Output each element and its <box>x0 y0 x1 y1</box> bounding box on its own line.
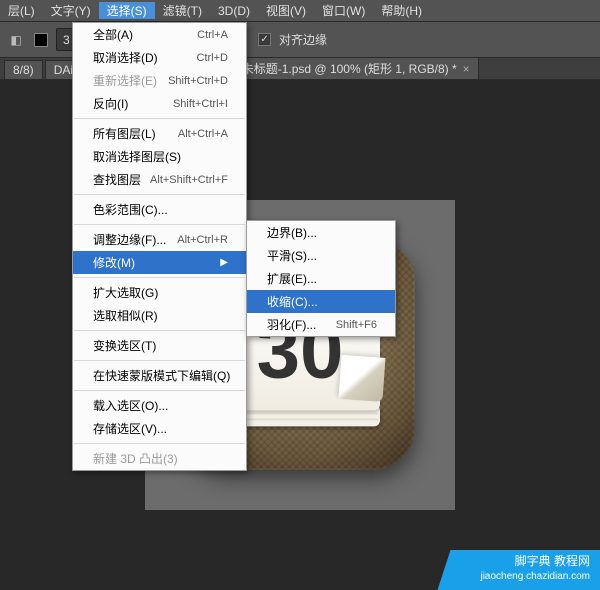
separator <box>74 118 245 119</box>
tool-preset-icon[interactable]: ◧ <box>6 31 26 49</box>
menu-all[interactable]: 全部(A)Ctrl+A <box>73 23 246 46</box>
menubar: 层(L) 文字(Y) 选择(S) 滤镜(T) 3D(D) 视图(V) 窗口(W)… <box>0 0 600 22</box>
align-edges-checkbox[interactable]: ✓ <box>258 33 271 46</box>
separator <box>74 390 245 391</box>
menu-reselect: 重新选择(E)Shift+Ctrl+D <box>73 69 246 92</box>
menu-save-selection[interactable]: 存储选区(V)... <box>73 417 246 440</box>
menu-transform-selection[interactable]: 变换选区(T) <box>73 334 246 357</box>
separator <box>74 224 245 225</box>
menu-layer[interactable]: 层(L) <box>0 2 43 19</box>
menu-grow[interactable]: 扩大选取(G) <box>73 281 246 304</box>
chevron-right-icon: ▶ <box>220 257 228 268</box>
menu-find-layers[interactable]: 查找图层Alt+Shift+Ctrl+F <box>73 168 246 191</box>
submenu-smooth[interactable]: 平滑(S)... <box>247 244 395 267</box>
menu-deselect[interactable]: 取消选择(D)Ctrl+D <box>73 46 246 69</box>
menu-3d[interactable]: 3D(D) <box>210 4 258 18</box>
doc-tab[interactable]: 8/8) <box>4 60 43 79</box>
submenu-border[interactable]: 边界(B)... <box>247 221 395 244</box>
menu-color-range[interactable]: 色彩范围(C)... <box>73 198 246 221</box>
menu-deselect-layers[interactable]: 取消选择图层(S) <box>73 145 246 168</box>
select-menu-dropdown: 全部(A)Ctrl+A 取消选择(D)Ctrl+D 重新选择(E)Shift+C… <box>72 22 247 471</box>
page-curl <box>339 355 386 402</box>
separator <box>74 194 245 195</box>
watermark: 脚字典 教程网 jiaocheng.chazidian.com <box>420 534 600 590</box>
tab-label: 未标题-1.psd @ 100% (矩形 1, RGB/8) * <box>242 60 457 77</box>
menu-all-layers[interactable]: 所有图层(L)Alt+Ctrl+A <box>73 122 246 145</box>
menu-select[interactable]: 选择(S) <box>99 2 155 19</box>
separator <box>74 330 245 331</box>
close-icon[interactable]: × <box>463 62 470 76</box>
watermark-title: 脚字典 教程网 <box>480 554 590 569</box>
modify-submenu: 边界(B)... 平滑(S)... 扩展(E)... 收缩(C)... 羽化(F… <box>246 220 396 337</box>
menu-view[interactable]: 视图(V) <box>258 2 314 19</box>
stroke-color-swatch[interactable] <box>34 33 48 47</box>
separator <box>74 277 245 278</box>
tab-label: 8/8) <box>13 63 34 77</box>
menu-inverse[interactable]: 反向(I)Shift+Ctrl+I <box>73 92 246 115</box>
menu-help[interactable]: 帮助(H) <box>373 2 430 19</box>
menu-quick-mask[interactable]: 在快速蒙版模式下编辑(Q) <box>73 364 246 387</box>
menu-refine-edge[interactable]: 调整边缘(F)...Alt+Ctrl+R <box>73 228 246 251</box>
submenu-expand[interactable]: 扩展(E)... <box>247 267 395 290</box>
align-edges-label: 对齐边缘 <box>279 31 327 48</box>
menu-load-selection[interactable]: 载入选区(O)... <box>73 394 246 417</box>
submenu-contract[interactable]: 收缩(C)... <box>247 290 395 313</box>
doc-tab[interactable]: 未标题-1.psd @ 100% (矩形 1, RGB/8) * × <box>233 58 479 79</box>
menu-modify[interactable]: 修改(M)▶ <box>73 251 246 274</box>
separator <box>74 360 245 361</box>
menu-filter[interactable]: 滤镜(T) <box>155 2 210 19</box>
submenu-feather[interactable]: 羽化(F)...Shift+F6 <box>247 313 395 336</box>
menu-window[interactable]: 窗口(W) <box>314 2 373 19</box>
menu-type[interactable]: 文字(Y) <box>43 2 99 19</box>
watermark-url: jiaocheng.chazidian.com <box>480 569 590 584</box>
menu-similar[interactable]: 选取相似(R) <box>73 304 246 327</box>
separator <box>74 443 245 444</box>
menu-new-3d: 新建 3D 凸出(3) <box>73 447 246 470</box>
